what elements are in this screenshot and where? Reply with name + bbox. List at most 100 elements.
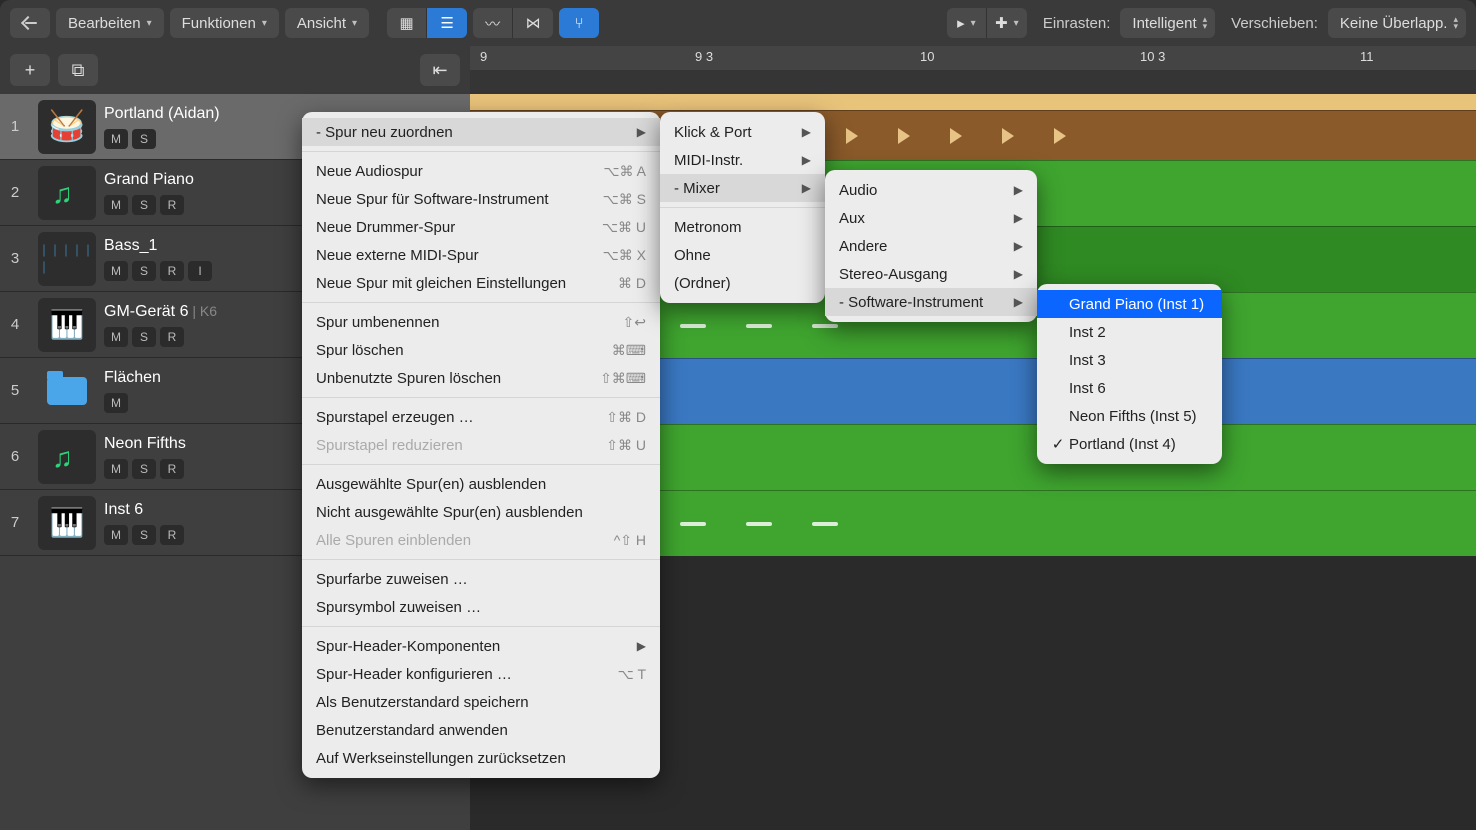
menu-delete-unused[interactable]: Unbenutzte Spuren löschen⇧⌘⌨ [302,364,660,392]
menu-none[interactable]: Ohne [660,241,825,269]
menu-hide-unselected[interactable]: Nicht ausgewählte Spur(en) ausblenden [302,498,660,526]
mute-button[interactable]: M [104,195,128,215]
timeline-ruler[interactable]: 9 9 3 10 10 3 11 [470,46,1476,94]
instrument-submenu: Grand Piano (Inst 1) Inst 2 Inst 3 Inst … [1037,284,1222,464]
view-menu-button[interactable]: Ansicht▾ [285,8,369,38]
solo-button[interactable]: S [132,195,156,215]
catch-playhead-button[interactable]: ⑂ [559,8,599,38]
menu-mixer[interactable]: - Mixer▶ [660,174,825,202]
menu-inst2[interactable]: Inst 2 [1037,318,1222,346]
pointer-tool-button[interactable]: ▸▾ [947,8,987,38]
input-button[interactable]: I [188,261,212,281]
track-name: GM-Gerät 6 [104,303,188,320]
menu-stack-create[interactable]: Spurstapel erzeugen …⇧⌘ D [302,403,660,431]
menu-click-port[interactable]: Klick & Port▶ [660,118,825,146]
record-button[interactable]: R [160,525,184,545]
solo-button[interactable]: S [132,129,156,149]
menu-stack-reduce[interactable]: Spurstapel reduzieren⇧⌘ U [302,431,660,459]
menu-inst5[interactable]: Neon Fifths (Inst 5) [1037,402,1222,430]
submenu-arrow-icon: ▶ [802,181,811,195]
reassign-submenu: Klick & Port▶ MIDI-Instr.▶ - Mixer▶ Metr… [660,112,825,303]
track-icon-piano: 🎹 [38,298,96,352]
menu-reset[interactable]: Auf Werkseinstellungen zurücksetzen [302,744,660,772]
record-button[interactable]: R [160,459,184,479]
track-number: 3 [0,250,30,267]
submenu-arrow-icon: ▶ [802,153,811,167]
submenu-arrow-icon: ▶ [1014,267,1023,281]
updown-icon: ▴▾ [1453,16,1458,30]
mute-button[interactable]: M [104,129,128,149]
menu-header-components[interactable]: Spur-Header-Komponenten▶ [302,632,660,660]
updown-icon: ▴▾ [1203,16,1208,30]
mute-button[interactable]: M [104,327,128,347]
arrangement-marker[interactable] [470,94,1476,110]
move-select[interactable]: Keine Überlapp. ▴▾ [1328,8,1466,38]
menu-new-audio[interactable]: Neue Audiospur⌥⌘ A [302,157,660,185]
mute-button[interactable]: M [104,525,128,545]
menu-aux[interactable]: Aux▶ [825,204,1037,232]
menu-inst4[interactable]: ✓Portland (Inst 4) [1037,430,1222,458]
menu-software-instrument[interactable]: - Software-Instrument▶ [825,288,1037,316]
submenu-arrow-icon: ▶ [1014,183,1023,197]
menu-delete[interactable]: Spur löschen⌘⌨ [302,336,660,364]
view-label: Ansicht [297,15,346,32]
menu-rename[interactable]: Spur umbenennen⇧↩ [302,308,660,336]
menu-hide-selected[interactable]: Ausgewählte Spur(en) ausblenden [302,470,660,498]
track-icon-drums: 🥁 [38,100,96,154]
menu-inst6[interactable]: Inst 6 [1037,374,1222,402]
add-track-button[interactable]: + [10,54,50,86]
duplicate-track-button[interactable]: ⧉ [58,54,98,86]
back-button[interactable] [10,8,50,38]
menu-apply-default[interactable]: Benutzerstandard anwenden [302,716,660,744]
solo-button[interactable]: S [132,327,156,347]
plus-icon: + [25,60,36,81]
record-button[interactable]: R [160,195,184,215]
record-button[interactable]: R [160,261,184,281]
solo-button[interactable]: S [132,525,156,545]
collapse-button[interactable]: ⇤ [420,54,460,86]
menu-stereo-out[interactable]: Stereo-Ausgang▶ [825,260,1037,288]
menu-new-ext[interactable]: Neue externe MIDI-Spur⌥⌘ X [302,241,660,269]
mute-button[interactable]: M [104,261,128,281]
flex-button[interactable]: ⋈ [513,8,553,38]
menu-folder[interactable]: (Ordner) [660,269,825,297]
record-button[interactable]: R [160,327,184,347]
menu-new-same[interactable]: Neue Spur mit gleichen Einstellungen⌘ D [302,269,660,297]
menu-inst3[interactable]: Inst 3 [1037,346,1222,374]
menu-reassign-track[interactable]: - Spur neu zuordnen▶ [302,118,660,146]
menu-inst1[interactable]: Grand Piano (Inst 1) [1037,290,1222,318]
functions-menu-button[interactable]: Funktionen▾ [170,8,279,38]
track-tag: | K6 [192,303,217,319]
list-view-button[interactable]: ☰ [427,8,467,38]
back-arrow-icon [21,14,39,32]
grid-view-button[interactable]: ▦ [387,8,427,38]
automation-curve-button[interactable]: 〰 [473,8,513,38]
menu-metronome[interactable]: Metronom [660,213,825,241]
menu-header-configure[interactable]: Spur-Header konfigurieren …⌥ T [302,660,660,688]
menu-new-drummer[interactable]: Neue Drummer-Spur⌥⌘ U [302,213,660,241]
marquee-tool-button[interactable]: ✚▾ [987,8,1027,38]
menu-save-default[interactable]: Als Benutzerstandard speichern [302,688,660,716]
collapse-icon: ⇤ [432,60,447,81]
track-number: 6 [0,448,30,465]
menu-audio[interactable]: Audio▶ [825,176,1037,204]
submenu-arrow-icon: ▶ [1014,295,1023,309]
snap-select[interactable]: Intelligent▴▾ [1120,8,1215,38]
menu-new-swinst[interactable]: Neue Spur für Software-Instrument⌥⌘ S [302,185,660,213]
solo-button[interactable]: S [132,459,156,479]
track-number: 4 [0,316,30,333]
menu-other[interactable]: Andere▶ [825,232,1037,260]
edit-menu-button[interactable]: Bearbeiten▾ [56,8,164,38]
mute-button[interactable]: M [104,393,128,413]
menu-show-all[interactable]: Alle Spuren einblenden^⇧ H [302,526,660,554]
functions-label: Funktionen [182,15,256,32]
menu-symbol[interactable]: Spursymbol zuweisen … [302,593,660,621]
move-value: Keine Überlapp. [1340,15,1448,32]
curve-icon: 〰 [485,13,500,34]
menu-midi-instr[interactable]: MIDI-Instr.▶ [660,146,825,174]
mute-button[interactable]: M [104,459,128,479]
solo-button[interactable]: S [132,261,156,281]
chevron-down-icon: ▾ [1014,18,1019,29]
main-toolbar: Bearbeiten▾ Funktionen▾ Ansicht▾ ▦ ☰ 〰 ⋈… [0,0,1476,46]
menu-color[interactable]: Spurfarbe zuweisen … [302,565,660,593]
